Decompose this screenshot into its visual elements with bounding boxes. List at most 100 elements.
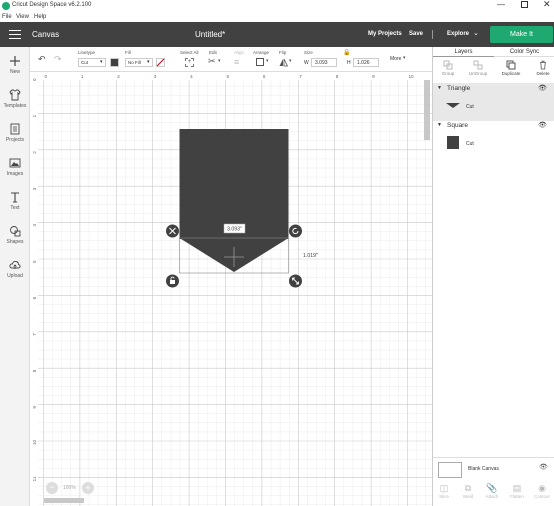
arrange-icon[interactable] (256, 58, 264, 66)
ruler-tick-label: 2 (32, 151, 37, 154)
linetype-color-swatch[interactable] (110, 58, 119, 67)
linetype-select[interactable]: Cut ▾ (78, 58, 106, 67)
arrange-label[interactable]: Arrange (253, 50, 269, 55)
blank-canvas-swatch[interactable] (438, 462, 462, 478)
nav-images[interactable]: Images (0, 157, 30, 177)
save-button[interactable]: Save (409, 31, 423, 37)
eye-hidden-icon[interactable]: 👁 (539, 463, 548, 471)
linetype-label: Linetype (78, 50, 96, 55)
width-label: W (304, 60, 309, 66)
zoom-in-icon[interactable]: + (82, 482, 94, 494)
minimize-icon[interactable]: — (497, 0, 505, 9)
delete-label: Delete (536, 71, 550, 76)
tab-layers[interactable]: Layers (433, 47, 494, 57)
make-it-button[interactable]: Make It (490, 26, 553, 43)
eye-icon[interactable]: 👁 (538, 84, 547, 92)
ungroup-button[interactable]: UnGroup (463, 57, 493, 81)
resize-handle[interactable] (289, 274, 302, 288)
nav-text[interactable]: Text (0, 191, 30, 211)
vertical-scrollbar[interactable] (424, 80, 430, 140)
layer-group-triangle[interactable]: ▼ Triangle 👁 Cut (433, 83, 554, 121)
chevron-down-icon[interactable]: ▾ (289, 58, 292, 64)
ruler-tick-label: 3 (154, 74, 157, 79)
align-icon[interactable]: ≡ (234, 57, 239, 67)
fill-value: No Fill (128, 60, 141, 65)
ruler-tick-label: 1 (32, 114, 37, 117)
more-button[interactable]: More (390, 56, 401, 62)
nav-upload[interactable]: Upload (0, 259, 30, 279)
tab-color-sync[interactable]: Color Sync (494, 47, 554, 57)
ruler-tick-label: 8 (336, 74, 339, 79)
duplicate-label: Duplicate (501, 71, 521, 76)
nav-projects[interactable]: Projects (0, 123, 30, 143)
triangle-thumbnail-icon (446, 103, 460, 108)
nav-shapes[interactable]: Shapes (0, 225, 30, 245)
edit-scissors-icon[interactable]: ✂ (208, 56, 216, 67)
duplicate-button[interactable]: Duplicate (496, 57, 526, 81)
chevron-down-icon[interactable]: ▾ (403, 55, 406, 61)
chevron-down-icon[interactable]: ▼ (437, 122, 442, 128)
ruler-tick-label: 6 (263, 74, 266, 79)
lock-icon[interactable]: 🔒 (343, 49, 350, 56)
edit-toolbar: ↶ ↷ Linetype Cut ▾ Fill No Fill ▾ Select… (30, 47, 432, 72)
weld-button[interactable]: ⧉ Weld (456, 483, 480, 505)
layer-group-square[interactable]: ▼ Square 👁 Cut (433, 120, 554, 158)
nav-new[interactable]: New (0, 55, 30, 75)
design-canvas[interactable]: 0 1 2 3 4 5 6 7 8 9 10 0 1 2 3 4 5 6 7 8 9 10 11 3.093" 1.019… (30, 72, 432, 506)
menu-view[interactable]: View (16, 14, 29, 20)
slice-icon: ◫ (439, 483, 449, 493)
width-value: 3.093 (315, 60, 328, 66)
align-label[interactable]: Align (234, 50, 244, 55)
eye-icon[interactable]: 👁 (538, 121, 547, 129)
rotate-handle[interactable] (289, 224, 302, 238)
chevron-down-icon[interactable]: ⌄ (473, 29, 479, 37)
document-title[interactable]: Untitled* (195, 30, 225, 39)
zoom-out-icon[interactable]: − (46, 482, 58, 494)
select-all-label[interactable]: Select All (180, 50, 199, 55)
canvas-grid[interactable]: 0 1 2 3 4 5 6 7 8 9 10 0 1 2 3 4 5 6 7 8 9 10 11 3.093" 1.019… (30, 72, 432, 506)
flip-icon[interactable] (279, 58, 288, 67)
chevron-down-icon[interactable]: ▾ (218, 58, 221, 64)
chevron-down-icon[interactable]: ▼ (437, 85, 442, 91)
select-all-icon[interactable]: + (185, 58, 194, 67)
my-projects-link[interactable]: My Projects (368, 31, 402, 37)
flatten-button[interactable]: ▤ Flatten (505, 483, 529, 505)
edit-label[interactable]: Edit (209, 50, 217, 55)
ungroup-label: UnGroup (468, 71, 488, 76)
ruler-tick-label: 9 (372, 74, 375, 79)
lock-handle[interactable] (166, 274, 179, 288)
menu-help[interactable]: Help (34, 14, 46, 20)
ruler-tick-label: 2 (117, 74, 120, 79)
width-input[interactable]: 3.093 (311, 58, 337, 67)
nav-templates[interactable]: Templates (0, 89, 30, 109)
slice-button[interactable]: ◫ Slice (432, 483, 456, 505)
flip-label[interactable]: Flip (279, 50, 286, 55)
attach-button[interactable]: 📎 Attach (480, 483, 504, 505)
group-label: Group (441, 71, 455, 76)
chevron-down-icon: ▾ (147, 59, 150, 65)
hamburger-menu-icon[interactable] (9, 30, 21, 39)
close-window-icon[interactable]: ✕ (543, 0, 551, 10)
group-button[interactable]: Group (433, 57, 463, 81)
menu-file[interactable]: File (2, 14, 12, 20)
nav-text-label: Text (10, 205, 20, 211)
undo-icon[interactable]: ↶ (38, 54, 46, 65)
delete-handle[interactable] (166, 224, 179, 238)
square-shape[interactable] (179, 129, 289, 239)
contour-button[interactable]: ◉ Contour (530, 483, 554, 505)
horizontal-scrollbar[interactable] (44, 498, 84, 503)
chevron-down-icon[interactable]: ▾ (266, 58, 269, 64)
fill-select[interactable]: No Fill ▾ (125, 58, 153, 67)
ruler-tick-label: 4 (32, 224, 37, 227)
height-input[interactable]: 1.026 (353, 58, 379, 67)
delete-button[interactable]: Delete (528, 57, 554, 81)
weld-label: Weld (462, 494, 474, 499)
layers-panel: Layers Color Sync Group UnGroup Duplicat… (432, 47, 554, 506)
maximize-icon[interactable] (521, 1, 528, 8)
blank-canvas-row[interactable]: Blank Canvas 👁 (433, 457, 554, 479)
redo-icon[interactable]: ↷ (54, 54, 62, 65)
explore-button[interactable]: Explore (447, 31, 469, 37)
flatten-label: Flatten (510, 494, 524, 499)
no-fill-swatch-icon[interactable] (156, 58, 165, 67)
image-icon (9, 158, 21, 168)
